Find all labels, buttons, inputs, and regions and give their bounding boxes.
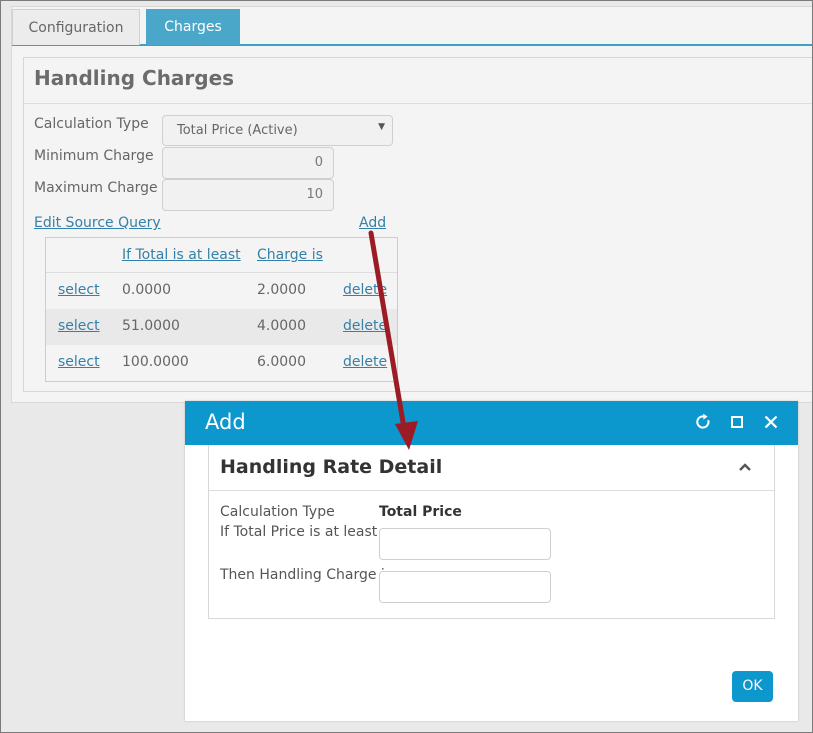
dialog-title: Add (205, 410, 246, 434)
dialog-calculation-type-value: Total Price (379, 504, 462, 520)
calculation-type-label: Calculation Type (34, 116, 149, 132)
tab-configuration[interactable]: Configuration (12, 9, 140, 45)
handling-charge-input[interactable] (379, 571, 551, 603)
table-row: select 0.0000 2.0000 delete (46, 273, 397, 309)
dialog-header: Add (185, 401, 798, 445)
total-price-min-input[interactable] (379, 528, 551, 560)
section-title: Handling Charges (34, 66, 235, 90)
chevron-up-icon[interactable] (737, 459, 753, 475)
calculation-type-value: Total Price (Active) (177, 123, 298, 138)
panel-title: Handling Rate Detail (220, 456, 443, 478)
grid-header-row: If Total is at least Charge is (46, 238, 397, 273)
refresh-icon[interactable] (693, 412, 713, 432)
maximize-icon[interactable] (727, 412, 747, 432)
table-row: select 100.0000 6.0000 delete (46, 345, 397, 381)
charges-page: Configuration Charges Handling Charges C… (11, 6, 813, 403)
column-header-total[interactable]: If Total is at least (122, 247, 241, 263)
table-row: select 51.0000 4.0000 delete (46, 309, 397, 345)
total-cell: 0.0000 (122, 282, 171, 298)
ok-button[interactable]: OK (732, 671, 773, 702)
delete-link[interactable]: delete (343, 354, 387, 370)
tab-bar: Configuration Charges (12, 7, 813, 46)
select-link[interactable]: select (58, 282, 100, 298)
edit-source-query-link[interactable]: Edit Source Query (34, 215, 161, 231)
handling-charge-label: Then Handling Charge is (220, 567, 393, 583)
minimum-charge-label: Minimum Charge (34, 148, 154, 164)
total-cell: 100.0000 (122, 354, 189, 370)
tab-charges[interactable]: Charges (146, 9, 240, 45)
handling-rate-detail-panel: Handling Rate Detail Calculation Type To… (208, 445, 775, 619)
calculation-type-select[interactable]: Total Price (Active) ▼ (162, 115, 393, 146)
panel-header[interactable]: Handling Rate Detail (209, 445, 774, 491)
caret-down-icon: ▼ (378, 122, 385, 132)
total-price-min-label: If Total Price is at least (220, 524, 378, 540)
add-dialog: Add Handling Rate Detail Calculation Typ… (185, 401, 798, 721)
add-link[interactable]: Add (359, 215, 386, 231)
delete-link[interactable]: delete (343, 318, 387, 334)
charge-cell: 4.0000 (257, 318, 306, 334)
section-divider (24, 103, 813, 104)
charge-cell: 2.0000 (257, 282, 306, 298)
maximum-charge-input[interactable]: 10 (162, 179, 334, 211)
select-link[interactable]: select (58, 318, 100, 334)
select-link[interactable]: select (58, 354, 100, 370)
total-cell: 51.0000 (122, 318, 180, 334)
charge-cell: 6.0000 (257, 354, 306, 370)
column-header-charge[interactable]: Charge is (257, 247, 323, 263)
maximum-charge-label: Maximum Charge (34, 180, 158, 196)
charges-grid: If Total is at least Charge is select 0.… (45, 237, 398, 382)
delete-link[interactable]: delete (343, 282, 387, 298)
close-icon[interactable] (761, 412, 781, 432)
minimum-charge-input[interactable]: 0 (162, 147, 334, 179)
handling-charges-section: Handling Charges Calculation Type Total … (23, 57, 813, 392)
dialog-calculation-type-label: Calculation Type (220, 504, 335, 520)
